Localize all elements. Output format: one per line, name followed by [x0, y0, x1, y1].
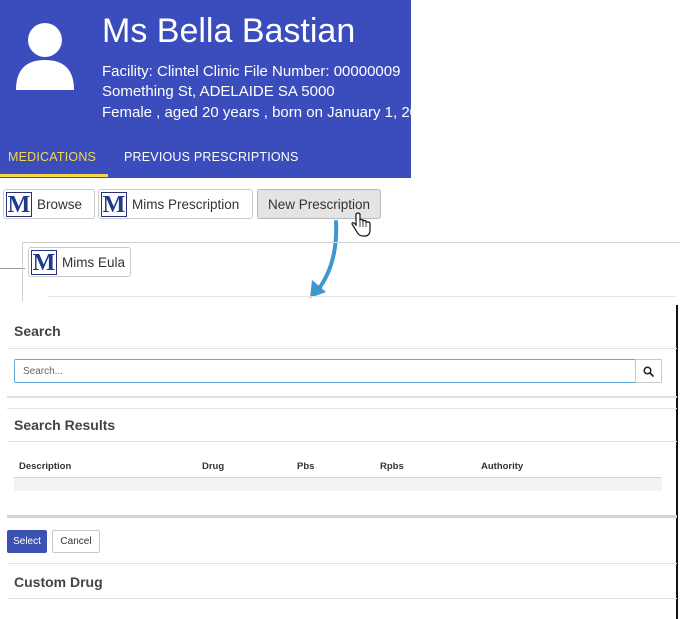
search-button[interactable] — [635, 359, 662, 383]
divider — [7, 563, 677, 564]
column-header-authority[interactable]: Authority — [481, 461, 523, 472]
section-shadow — [7, 515, 677, 518]
transition-arrow-icon — [310, 220, 339, 298]
divider — [7, 408, 677, 409]
mims-logo-icon: M — [31, 249, 57, 276]
table-row[interactable] — [14, 478, 662, 491]
divider — [7, 348, 677, 349]
divider — [7, 441, 677, 442]
mims-prescription-label: Mims Prescription — [132, 196, 240, 212]
column-header-drug[interactable]: Drug — [202, 461, 224, 472]
patient-name: Ms Bella Bastian — [102, 12, 356, 50]
column-header-pbs[interactable]: Pbs — [297, 461, 314, 472]
active-tab-indicator — [0, 174, 108, 177]
new-prescription-modal — [7, 310, 677, 619]
tab-bar: MEDICATIONS PREVIOUS PRESCRIPTIONS — [0, 140, 411, 178]
mims-logo-icon: M — [6, 191, 32, 218]
window-edge — [22, 242, 680, 243]
tab-medications[interactable]: MEDICATIONS — [8, 150, 96, 164]
search-icon — [643, 365, 654, 377]
address-info: Something St, ADELAIDE SA 5000 — [102, 83, 335, 100]
mims-eula-button[interactable]: M Mims Eula — [28, 247, 131, 277]
custom-drug-title: Custom Drug — [14, 574, 103, 590]
column-header-description[interactable]: Description — [19, 461, 71, 472]
demographics-info: Female , aged 20 years , born on January… — [102, 104, 411, 121]
browse-button[interactable]: M Browse — [3, 189, 95, 219]
user-avatar-icon — [16, 23, 74, 90]
mims-prescription-button[interactable]: M Mims Prescription — [98, 189, 253, 219]
divider — [7, 396, 677, 398]
cancel-button[interactable]: Cancel — [52, 530, 100, 553]
mims-logo-icon: M — [101, 191, 127, 218]
facility-info: Facility: Clintel Clinic File Number: 00… — [102, 63, 401, 80]
divider — [7, 598, 677, 599]
column-header-rpbs[interactable]: Rpbs — [380, 461, 404, 472]
window-edge — [22, 242, 23, 302]
mims-eula-label: Mims Eula — [62, 254, 126, 270]
search-input[interactable] — [14, 359, 636, 383]
select-button[interactable]: Select — [7, 530, 47, 553]
new-prescription-label: New Prescription — [267, 196, 371, 212]
tab-previous-prescriptions[interactable]: PREVIOUS PRESCRIPTIONS — [124, 150, 299, 164]
divider — [48, 296, 676, 297]
search-results-title: Search Results — [14, 417, 116, 433]
hand-cursor-icon — [351, 212, 371, 237]
modal-edge — [676, 305, 678, 619]
browse-button-label: Browse — [37, 196, 83, 212]
search-section-title: Search — [14, 323, 61, 339]
